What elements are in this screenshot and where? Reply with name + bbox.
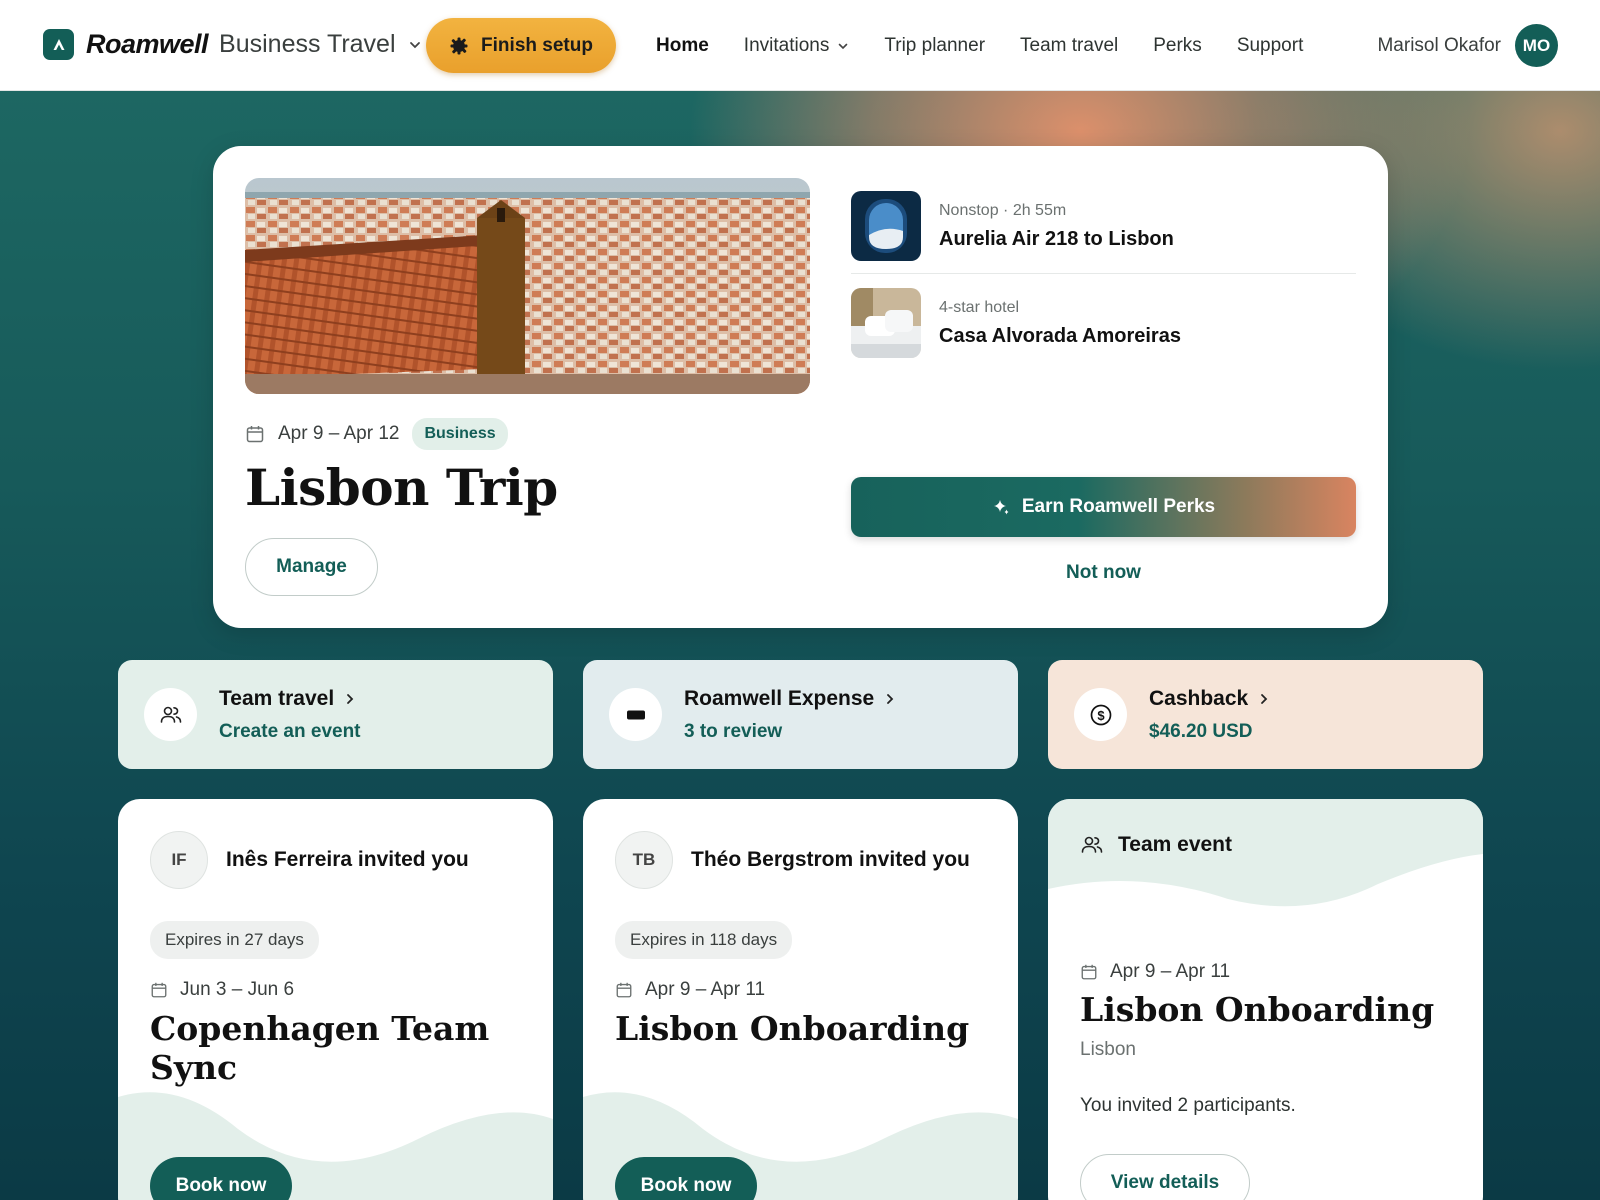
dollar-icon: $ <box>1074 688 1127 741</box>
people-icon <box>1081 836 1103 853</box>
book-now-button[interactable]: Book now <box>150 1157 292 1200</box>
trip-dates: Apr 9 – Apr 12 <box>278 423 400 444</box>
chevron-right-icon <box>1261 693 1268 704</box>
chevron-down-icon[interactable] <box>408 38 422 52</box>
inviter-avatar: TB <box>615 831 673 889</box>
team-event-card: Team event Apr 9 – Apr 11 Lisbon Onboard… <box>1048 799 1483 1200</box>
calendar-icon <box>1081 964 1097 980</box>
trip-card: Apr 9 – Apr 12 Business Lisbon Trip Mana… <box>213 146 1388 628</box>
quick-link-roamwell-expense[interactable]: Roamwell Expense 3 to review <box>583 660 1018 769</box>
invite-card: TB Théo Bergstrom invited you Expires in… <box>583 799 1018 1200</box>
card-icon <box>609 688 662 741</box>
brand[interactable]: Roamwell Business Travel <box>43 29 422 60</box>
quick-link-team-travel[interactable]: Team travel Create an event <box>118 660 553 769</box>
airplane-window-thumbnail <box>851 191 921 261</box>
quick-link-cashback[interactable]: $ Cashback $46.20 USD <box>1048 660 1483 769</box>
invite-title: Copenhagen Team Sync <box>150 1009 490 1087</box>
finish-setup-button[interactable]: Finish setup <box>426 18 616 73</box>
sparkle-icon <box>993 500 1009 515</box>
nav-trip-planner[interactable]: Trip planner <box>884 35 985 57</box>
quick-link-title: Team travel <box>219 686 335 710</box>
chevron-right-icon <box>347 693 354 704</box>
calendar-icon <box>151 982 167 998</box>
lisbon-rooftops-photo <box>245 178 810 394</box>
invite-dates: Jun 3 – Jun 6 <box>180 979 295 1000</box>
inviter-avatar: IF <box>150 831 208 889</box>
hotel-booking[interactable]: 4-star hotel Casa Alvorada Amoreiras <box>851 288 1356 358</box>
svg-text:$: $ <box>1097 707 1105 722</box>
event-description: You invited 2 participants. <box>1080 1095 1296 1116</box>
gear-icon <box>450 37 468 54</box>
user-menu[interactable]: Marisol Okafor MO <box>1377 24 1558 67</box>
invite-dates: Apr 9 – Apr 11 <box>645 979 766 1000</box>
earn-perks-label: Earn Roamwell Perks <box>1021 496 1216 517</box>
flight-details: Nonstop · 2h 55m <box>939 201 1067 219</box>
nav-team-travel[interactable]: Team travel <box>1020 35 1118 57</box>
flight-title: Aurelia Air 218 to Lisbon <box>939 227 1174 250</box>
manage-button[interactable]: Manage <box>245 538 378 596</box>
flight-booking[interactable]: Nonstop · 2h 55m Aurelia Air 218 to Lisb… <box>851 191 1356 261</box>
hotel-room-thumbnail <box>851 288 921 358</box>
quick-link-title: Cashback <box>1149 686 1249 710</box>
decorative-wave <box>1048 799 1483 907</box>
inviter-name: Théo Bergstrom invited you <box>691 848 970 871</box>
invite-title: Lisbon Onboarding <box>615 1009 970 1048</box>
finish-setup-label: Finish setup <box>481 34 593 56</box>
quick-link-sub: $46.20 USD <box>1149 720 1253 742</box>
main-nav: Home Invitations Trip planner Team trave… <box>656 0 1338 91</box>
event-dates: Apr 9 – Apr 11 <box>1110 961 1231 982</box>
user-name: Marisol Okafor <box>1377 34 1501 56</box>
not-now-link[interactable]: Not now <box>851 562 1356 584</box>
hotel-rating: 4-star hotel <box>939 298 1020 316</box>
quick-link-title: Roamwell Expense <box>684 686 875 710</box>
nav-support[interactable]: Support <box>1237 35 1304 57</box>
invite-card: IF Inês Ferreira invited you Expires in … <box>118 799 553 1200</box>
nav-home[interactable]: Home <box>656 35 709 57</box>
divider <box>851 273 1356 274</box>
earn-perks-button[interactable]: Earn Roamwell Perks <box>851 477 1356 537</box>
calendar-icon <box>616 982 632 998</box>
trip-type-badge: Business <box>412 418 508 450</box>
inviter-name: Inês Ferreira invited you <box>226 848 469 871</box>
people-icon <box>144 688 197 741</box>
brand-product: Business Travel <box>219 30 396 58</box>
book-now-button[interactable]: Book now <box>615 1157 757 1200</box>
expiry-badge: Expires in 27 days <box>150 921 319 959</box>
trip-meta: Apr 9 – Apr 12 Business <box>245 418 508 450</box>
hotel-title: Casa Alvorada Amoreiras <box>939 324 1181 347</box>
trip-title: Lisbon Trip <box>245 458 558 517</box>
chevron-right-icon <box>887 693 894 704</box>
team-event-label: Team event <box>1118 833 1232 856</box>
roamwell-logo-icon <box>43 29 74 60</box>
event-title: Lisbon Onboarding <box>1080 990 1435 1029</box>
event-city: Lisbon <box>1080 1039 1136 1060</box>
view-details-button[interactable]: View details <box>1080 1154 1250 1200</box>
avatar[interactable]: MO <box>1515 24 1558 67</box>
top-nav: Roamwell Business Travel Finish setup Ho… <box>0 0 1600 91</box>
nav-invitations[interactable]: Invitations <box>744 35 850 57</box>
nav-perks[interactable]: Perks <box>1153 35 1202 57</box>
quick-link-sub: Create an event <box>219 720 361 742</box>
chevron-down-icon <box>839 43 848 49</box>
quick-link-sub: 3 to review <box>684 720 783 742</box>
calendar-icon <box>246 426 264 443</box>
nav-invitations-label: Invitations <box>743 34 830 56</box>
brand-name: Roamwell <box>86 29 209 59</box>
expiry-badge: Expires in 118 days <box>615 921 793 959</box>
